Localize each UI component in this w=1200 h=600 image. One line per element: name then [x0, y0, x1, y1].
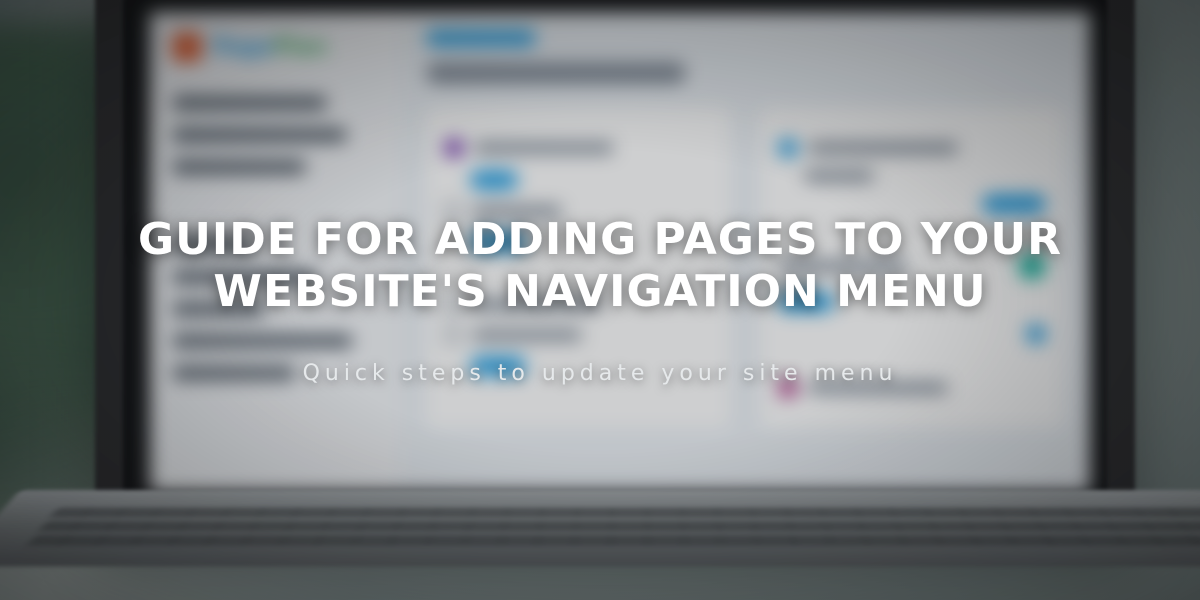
headline: GUIDE FOR ADDING PAGES TO YOUR WEBSITE'S… — [110, 214, 1090, 318]
foreground-text: GUIDE FOR ADDING PAGES TO YOUR WEBSITE'S… — [0, 0, 1200, 600]
subheadline: Quick steps to update your site menu — [303, 361, 898, 386]
hero-banner: PagePlan — [0, 0, 1200, 600]
